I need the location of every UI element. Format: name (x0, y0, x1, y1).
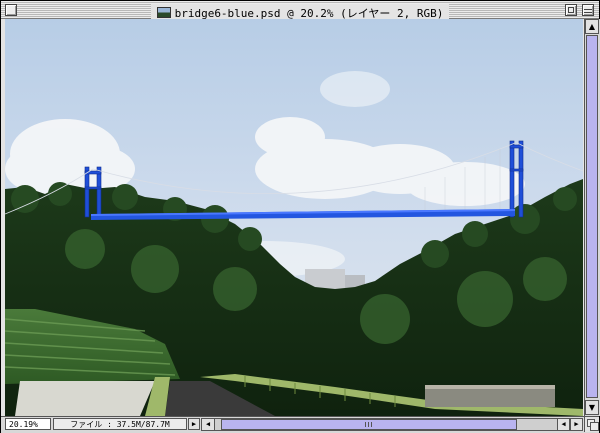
horizontal-scrollbar[interactable]: ◀ ◀ ▶ (201, 417, 583, 432)
image-canvas[interactable] (5, 19, 583, 416)
bridge-photo (5, 19, 583, 416)
scroll-left-arrow-secondary-icon[interactable]: ◀ (557, 418, 570, 431)
title-bar[interactable]: bridge6-blue.psd @ 20.2% (レイヤー 2, RGB) (1, 1, 599, 20)
horizontal-scroll-thumb[interactable] (221, 419, 517, 430)
document-info-field[interactable]: ファイル : 37.5M/87.7M (53, 418, 187, 430)
scroll-grip-icon (365, 422, 373, 427)
resize-grow-box[interactable] (584, 417, 599, 432)
status-bar: 20.19% ファイル : 37.5M/87.7M ▶ ◀ ◀ ▶ (1, 416, 599, 433)
scroll-left-arrow-icon[interactable]: ◀ (201, 418, 215, 431)
document-icon (156, 7, 171, 18)
zoom-box-button[interactable] (565, 4, 577, 16)
vertical-scrollbar[interactable]: ▲ ▼ (584, 19, 600, 416)
zoom-level-field[interactable]: 20.19% (5, 418, 51, 430)
document-window: bridge6-blue.psd @ 20.2% (レイヤー 2, RGB) ▲… (0, 0, 600, 433)
collapse-box-button[interactable] (582, 4, 594, 16)
scroll-right-arrow-icon[interactable]: ▶ (570, 418, 583, 431)
horizontal-scroll-track[interactable] (215, 418, 557, 431)
window-title: bridge6-blue.psd @ 20.2% (レイヤー 2, RGB) (1, 2, 599, 20)
vertical-scroll-thumb[interactable] (586, 35, 598, 398)
info-menu-arrow-icon[interactable]: ▶ (188, 418, 200, 430)
scroll-up-arrow-icon[interactable]: ▲ (585, 19, 599, 34)
scroll-down-arrow-icon[interactable]: ▼ (585, 400, 599, 415)
